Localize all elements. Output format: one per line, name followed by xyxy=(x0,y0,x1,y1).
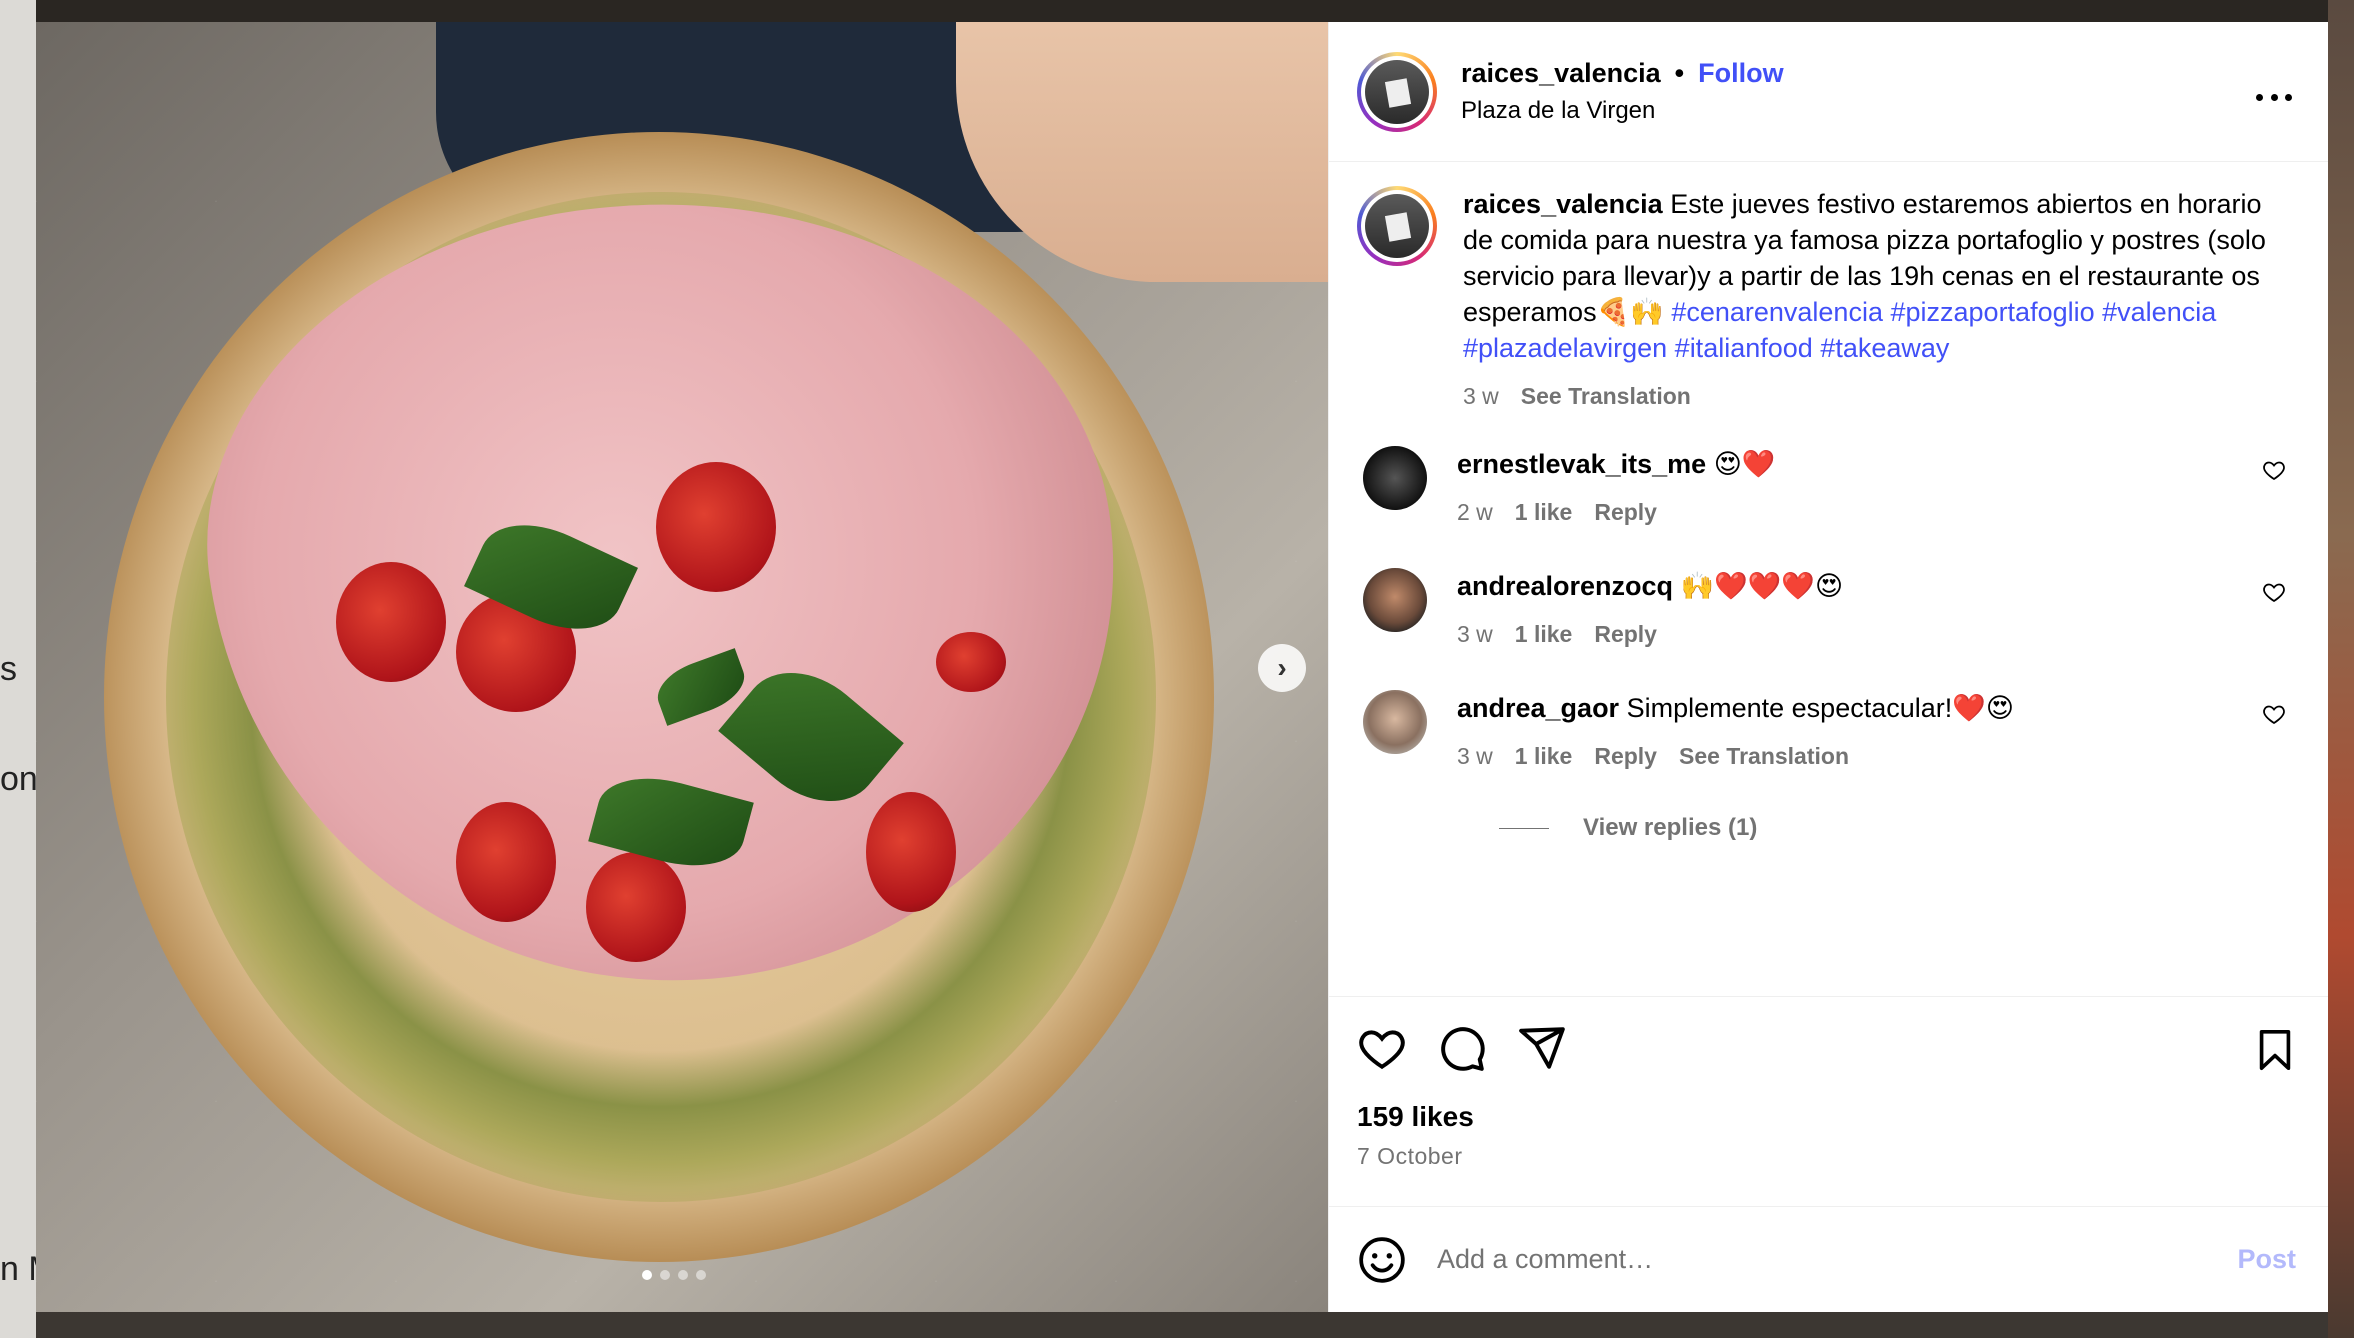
commenter-username[interactable]: andrealorenzocq xyxy=(1457,571,1673,601)
hashtag-link[interactable]: #cenarenvalencia xyxy=(1671,297,1883,327)
comment-item: andrea_gaor Simplemente espectacular!❤️😍… xyxy=(1357,690,2300,774)
author-username[interactable]: raices_valencia xyxy=(1461,58,1661,89)
comment-text: 😍❤️ xyxy=(1713,449,1776,479)
carousel-dot xyxy=(678,1270,688,1280)
hashtag-link[interactable]: #valencia xyxy=(2102,297,2216,327)
comment-composer: Post xyxy=(1329,1206,2328,1312)
view-replies-label: View replies (1) xyxy=(1583,814,1758,841)
share-icon[interactable] xyxy=(1517,1023,1567,1073)
commenter-username[interactable]: andrea_gaor xyxy=(1457,693,1619,723)
background-right-strip xyxy=(2328,0,2354,1338)
next-image-button[interactable]: › xyxy=(1258,644,1306,692)
action-bar: 159 likes 7 October xyxy=(1329,996,2328,1206)
carousel-dot xyxy=(642,1270,652,1280)
comment-age[interactable]: 2 w xyxy=(1457,494,1493,530)
caption-username[interactable]: raices_valencia xyxy=(1463,189,1663,219)
bookmark-icon[interactable] xyxy=(2252,1025,2298,1075)
post-image[interactable]: › xyxy=(36,22,1328,1312)
heart-icon[interactable] xyxy=(2262,702,2286,726)
comment-age[interactable]: 3 w xyxy=(1457,616,1493,652)
background-text-fragment: on xyxy=(0,760,38,798)
comment-meta: 2 w 1 like Reply xyxy=(1457,494,1775,530)
comment-likes[interactable]: 1 like xyxy=(1515,738,1573,774)
author-avatar[interactable] xyxy=(1357,51,1437,132)
comment-item: ernestlevak_its_me 😍❤️ 2 w 1 like Reply xyxy=(1357,446,2300,530)
comment-icon[interactable] xyxy=(1437,1023,1487,1073)
post-header: raices_valencia • Follow Plaza de la Vir… xyxy=(1329,22,2328,162)
reply-button[interactable]: Reply xyxy=(1594,494,1657,530)
hashtag-link[interactable]: #plazadelavirgen xyxy=(1463,333,1667,363)
header-text: raices_valencia • Follow Plaza de la Vir… xyxy=(1461,58,1784,125)
caption-age[interactable]: 3 w xyxy=(1463,378,1499,414)
post-date[interactable]: 7 October xyxy=(1357,1143,2300,1170)
more-options-button[interactable] xyxy=(2256,92,2292,102)
commenter-avatar[interactable] xyxy=(1363,568,1427,632)
commenter-avatar[interactable] xyxy=(1363,690,1427,754)
view-replies-button[interactable]: View replies (1) xyxy=(1499,814,2300,842)
carousel-dot xyxy=(660,1270,670,1280)
caption: raices_valencia Este jueves festivo esta… xyxy=(1357,186,2300,414)
commenter-username[interactable]: ernestlevak_its_me xyxy=(1457,449,1706,479)
tomato xyxy=(866,792,956,912)
comment-meta: 3 w 1 like Reply See Translation xyxy=(1457,738,2014,774)
comment-item: andrealorenzocq 🙌❤️❤️❤️😍 3 w 1 like Repl… xyxy=(1357,568,2300,652)
tomato xyxy=(656,462,776,592)
comment-likes[interactable]: 1 like xyxy=(1515,616,1573,652)
comment-text: 🙌❤️❤️❤️😍 xyxy=(1680,571,1844,601)
tomato xyxy=(456,802,556,922)
caption-avatar[interactable] xyxy=(1357,186,1437,266)
comment-age[interactable]: 3 w xyxy=(1457,738,1493,774)
tomato xyxy=(586,852,686,962)
see-translation-link[interactable]: See Translation xyxy=(1679,738,1849,774)
avatar-image xyxy=(1365,194,1429,258)
chevron-right-icon: › xyxy=(1277,652,1287,683)
more-icon xyxy=(2256,93,2263,101)
location-link[interactable]: Plaza de la Virgen xyxy=(1461,97,1784,125)
comment-likes[interactable]: 1 like xyxy=(1515,494,1573,530)
emoji-icon[interactable] xyxy=(1357,1235,1407,1285)
see-translation-link[interactable]: See Translation xyxy=(1521,378,1691,414)
commenter-avatar[interactable] xyxy=(1363,446,1427,510)
comment-text: Simplemente espectacular!❤️😍 xyxy=(1626,693,2015,723)
heart-icon[interactable] xyxy=(1357,1023,1407,1073)
comments-section[interactable]: raices_valencia Este jueves festivo esta… xyxy=(1329,162,2328,996)
divider-line xyxy=(1499,827,1549,829)
carousel-dot xyxy=(696,1270,706,1280)
comment-input[interactable] xyxy=(1437,1244,2238,1275)
reply-button[interactable]: Reply xyxy=(1594,738,1657,774)
post-modal: › raices_valencia • Follow Plaza de la V… xyxy=(36,22,2328,1312)
hashtag-link[interactable]: #takeaway xyxy=(1820,333,1949,363)
heart-icon[interactable] xyxy=(2262,458,2286,482)
carousel-indicator xyxy=(642,1270,706,1280)
tomato xyxy=(936,632,1006,692)
hashtag-link[interactable]: #pizzaportafoglio xyxy=(1890,297,2094,327)
background-text-fragment: s xyxy=(0,650,17,688)
likes-count[interactable]: 159 likes xyxy=(1357,1101,2300,1133)
reply-button[interactable]: Reply xyxy=(1594,616,1657,652)
avatar-image xyxy=(1365,59,1429,124)
post-comment-button[interactable]: Post xyxy=(2237,1244,2296,1275)
caption-meta: 3 w See Translation xyxy=(1463,378,2283,414)
hashtag-link[interactable]: #italianfood xyxy=(1675,333,1813,363)
heart-icon[interactable] xyxy=(2262,580,2286,604)
tomato xyxy=(336,562,446,682)
comment-meta: 3 w 1 like Reply xyxy=(1457,616,1843,652)
separator-dot: • xyxy=(1674,58,1685,88)
post-side-panel: raices_valencia • Follow Plaza de la Vir… xyxy=(1328,22,2328,1312)
follow-button[interactable]: Follow xyxy=(1698,58,1783,89)
